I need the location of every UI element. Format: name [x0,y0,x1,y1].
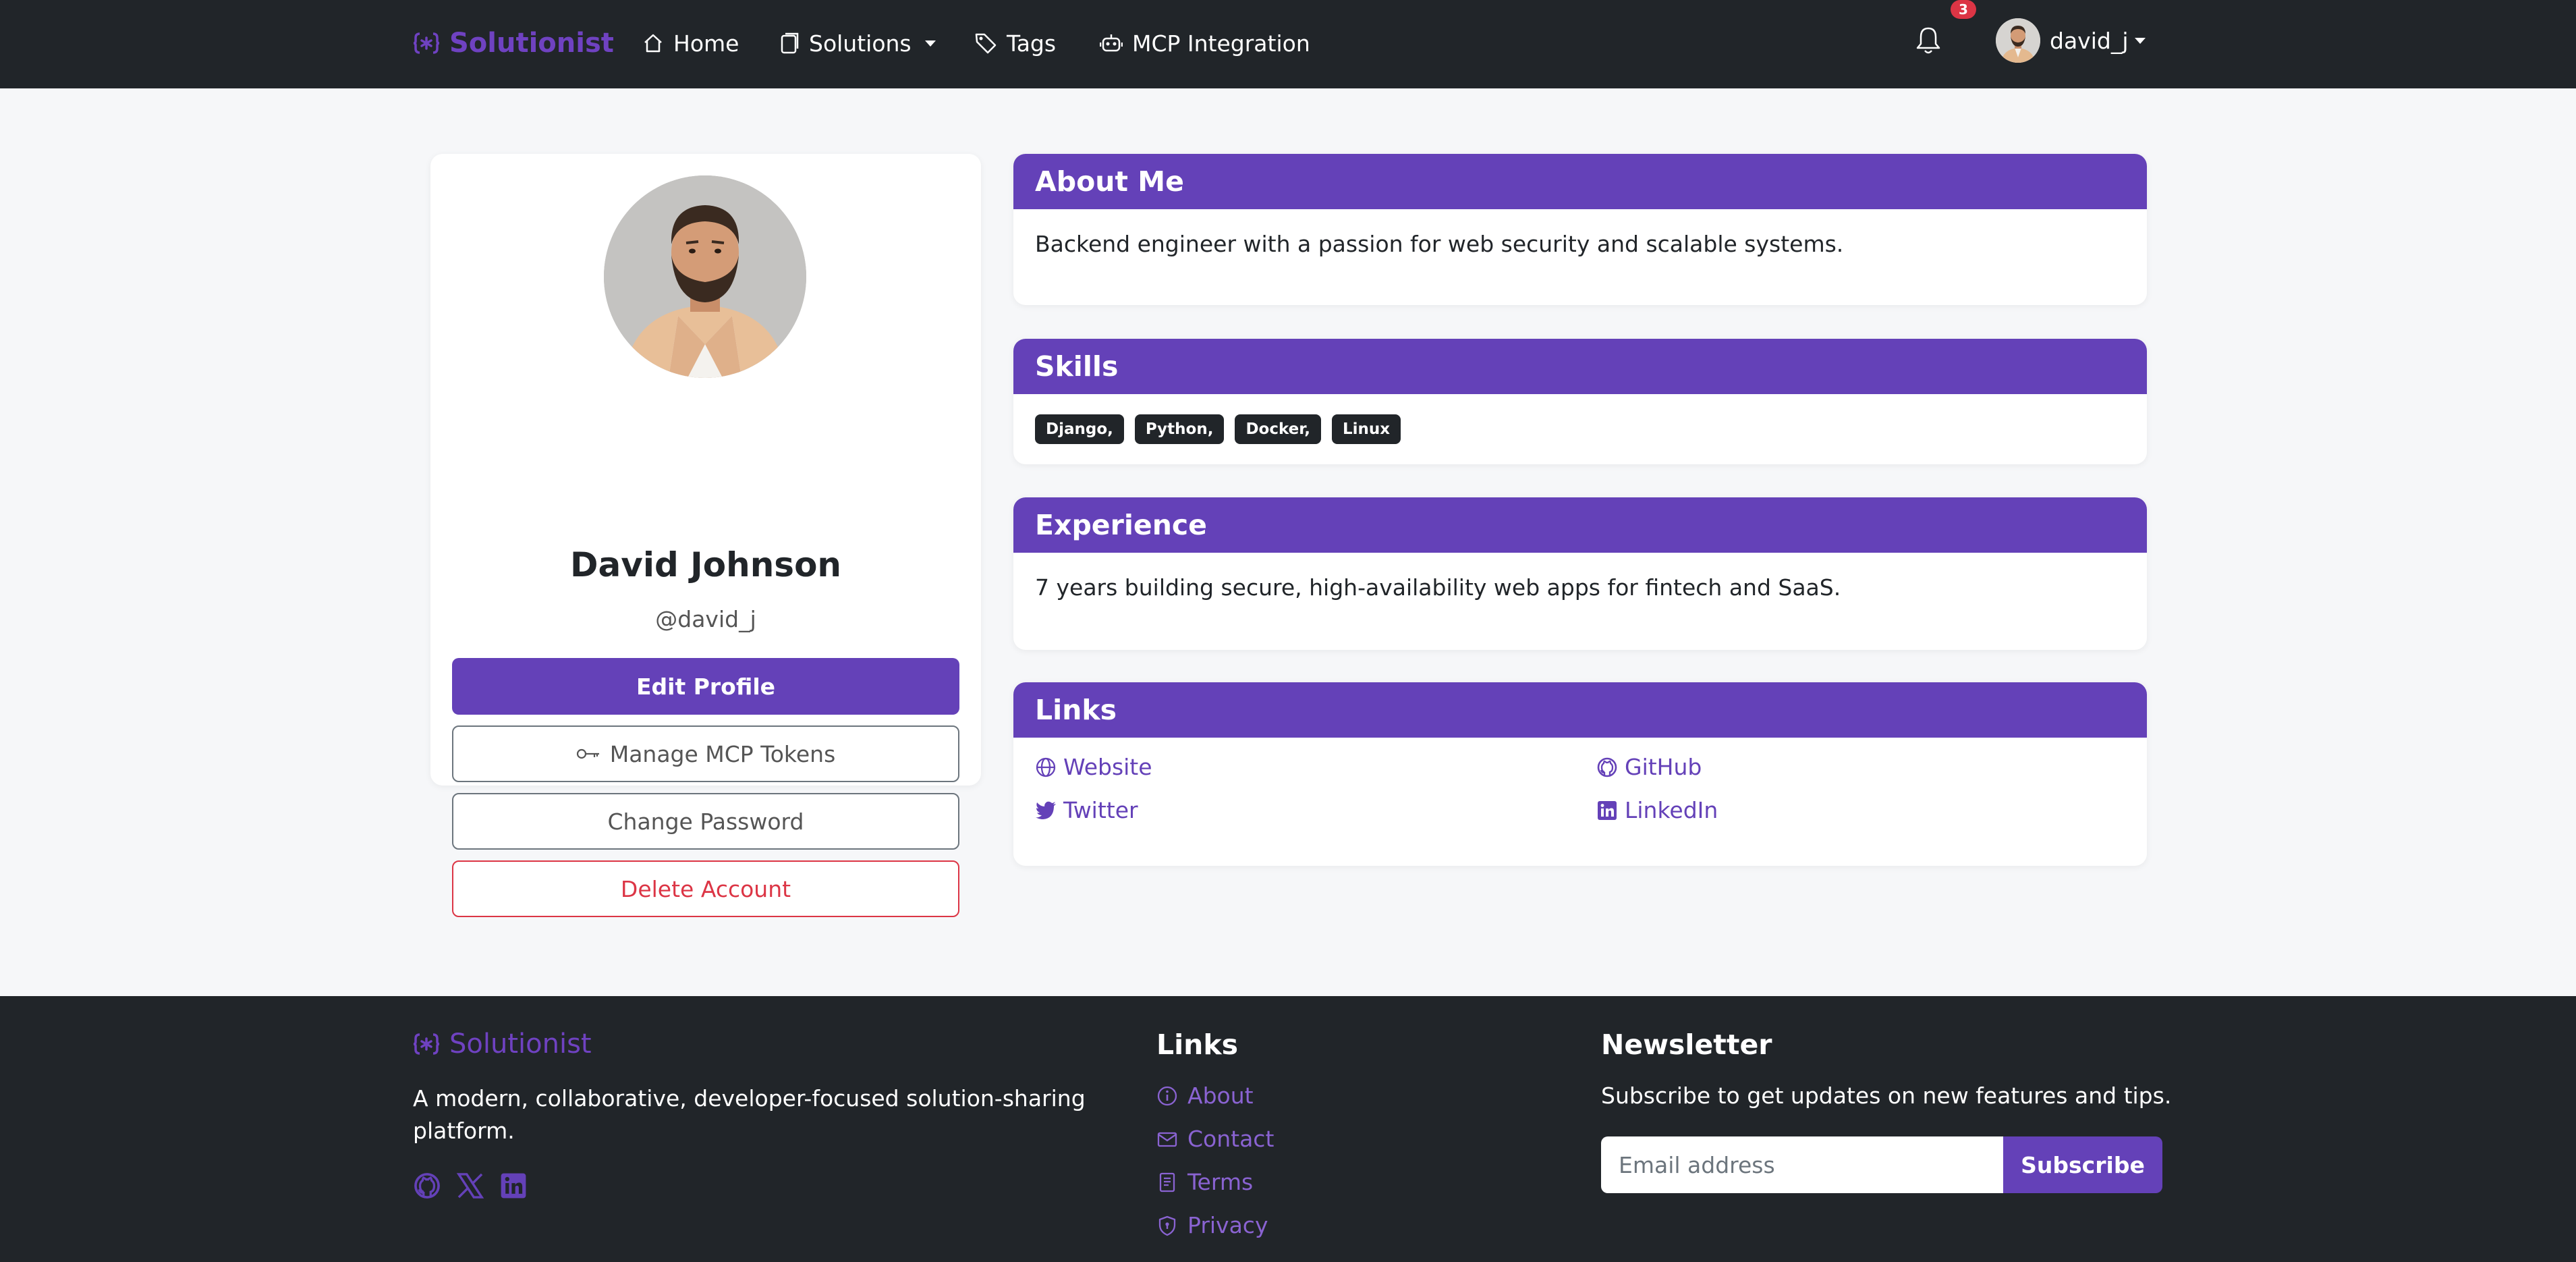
top-navbar: Solutionist Home Solutions Tags MCP Inte… [0,0,2576,88]
skills-list: Django, Python, Docker, Linux [1013,394,2147,464]
edit-profile-label: Edit Profile [636,673,776,700]
nav-mcp-label: MCP Integration [1132,30,1310,57]
link-website[interactable]: Website [1035,754,1152,780]
footer-brand-name: Solutionist [449,1028,592,1060]
experience-header: Experience [1013,497,2147,553]
notification-badge: 3 [1951,0,1976,19]
links-grid: Website GitHub Twitter LinkedIn [1013,738,2147,866]
links-header: Links [1013,682,2147,738]
about-me-text: Backend engineer with a passion for web … [1035,231,1844,257]
subscribe-button[interactable]: Subscribe [2003,1136,2162,1193]
twitter-icon [1036,801,1056,819]
delete-account-label: Delete Account [620,875,791,902]
nav-home-label: Home [673,30,739,57]
document-icon [1159,1172,1175,1192]
newsletter-description: Subscribe to get updates on new features… [1601,1082,2172,1109]
footer-link-terms-label: Terms [1187,1169,1254,1195]
x-icon[interactable] [456,1172,484,1200]
links-card: Links Website GitHub Twitter LinkedIn [1013,682,2147,866]
skill-tag[interactable]: Docker, [1235,414,1321,444]
brand-name: Solutionist [449,28,614,59]
skill-tag[interactable]: Django, [1035,414,1124,444]
bell-icon[interactable] [1915,24,1942,55]
about-me-card: About Me Backend engineer with a passion… [1013,154,2147,305]
user-menu-username: david_j [2050,27,2129,54]
manage-mcp-tokens-label: Manage MCP Tokens [609,740,836,767]
about-me-header: About Me [1013,154,2147,209]
link-website-label: Website [1063,754,1152,780]
change-password-button[interactable]: Change Password [452,793,959,850]
nav-solutions-label: Solutions [809,30,912,57]
link-twitter-label: Twitter [1063,797,1138,823]
robot-icon [1100,34,1123,52]
manage-mcp-tokens-button[interactable]: Manage MCP Tokens [452,725,959,782]
nav-home[interactable]: Home [642,24,739,62]
footer-link-about[interactable]: About [1156,1082,1254,1109]
link-github-label: GitHub [1625,754,1702,780]
link-github[interactable]: GitHub [1596,754,1702,780]
footer-link-contact[interactable]: Contact [1156,1126,1274,1152]
file-icon [781,32,799,54]
footer-link-terms[interactable]: Terms [1156,1169,1253,1195]
chevron-down-icon [2135,37,2146,44]
skill-tag[interactable]: Python, [1134,414,1225,444]
github-icon [1597,757,1617,777]
nav-tags[interactable]: Tags [974,24,1056,62]
skill-tag[interactable]: Linux [1331,414,1401,444]
footer-link-privacy-label: Privacy [1187,1212,1268,1238]
info-icon [1157,1086,1177,1105]
experience-text: 7 years building secure, high-availabili… [1035,574,1841,601]
newsletter-email-input[interactable] [1601,1136,2003,1193]
footer: Solutionist A modern, collaborative, dev… [0,996,2576,1262]
brand-logo[interactable]: Solutionist [413,24,614,62]
footer-social-links [413,1172,528,1200]
profile-full-name: David Johnson [569,545,842,584]
brand-icon [413,1033,440,1055]
footer-links-title: Links [1156,1028,1239,1061]
edit-profile-button[interactable]: Edit Profile [452,658,959,715]
skills-card: Skills Django, Python, Docker, Linux [1013,339,2147,464]
footer-description: A modern, collaborative, developer-focus… [413,1085,1086,1144]
linkedin-icon [1598,800,1617,820]
profile-avatar [604,175,806,378]
footer-link-privacy[interactable]: Privacy [1156,1212,1268,1238]
newsletter-title: Newsletter [1601,1028,1772,1061]
home-icon [644,34,662,53]
user-menu[interactable]: david_j [1996,18,2146,63]
key-icon [576,748,599,759]
delete-account-button[interactable]: Delete Account [452,860,959,917]
footer-link-contact-label: Contact [1187,1126,1275,1152]
nav-tags-label: Tags [1007,30,1057,57]
link-linkedin-label: LinkedIn [1625,797,1718,823]
profile-username: @david_j [655,606,756,632]
footer-link-about-label: About [1187,1082,1254,1109]
github-icon[interactable] [413,1172,441,1200]
experience-card: Experience 7 years building secure, high… [1013,497,2147,650]
envelope-icon [1157,1132,1177,1147]
avatar [1996,18,2040,63]
link-linkedin[interactable]: LinkedIn [1596,797,1718,823]
footer-brand[interactable]: Solutionist [413,1028,592,1060]
skills-header: Skills [1013,339,2147,394]
globe-icon [1036,757,1056,777]
link-twitter[interactable]: Twitter [1035,797,1138,823]
linkedin-icon[interactable] [499,1172,528,1200]
profile-card: David Johnson @david_j Edit Profile Mana… [430,154,981,917]
subscribe-label: Subscribe [2021,1151,2145,1178]
shield-icon [1158,1215,1176,1236]
change-password-label: Change Password [607,808,804,835]
tag-icon [975,33,997,54]
nav-mcp-integration[interactable]: MCP Integration [1100,24,1310,62]
brand-icon [413,32,440,54]
chevron-down-icon [924,40,936,47]
nav-solutions[interactable]: Solutions [779,24,936,62]
